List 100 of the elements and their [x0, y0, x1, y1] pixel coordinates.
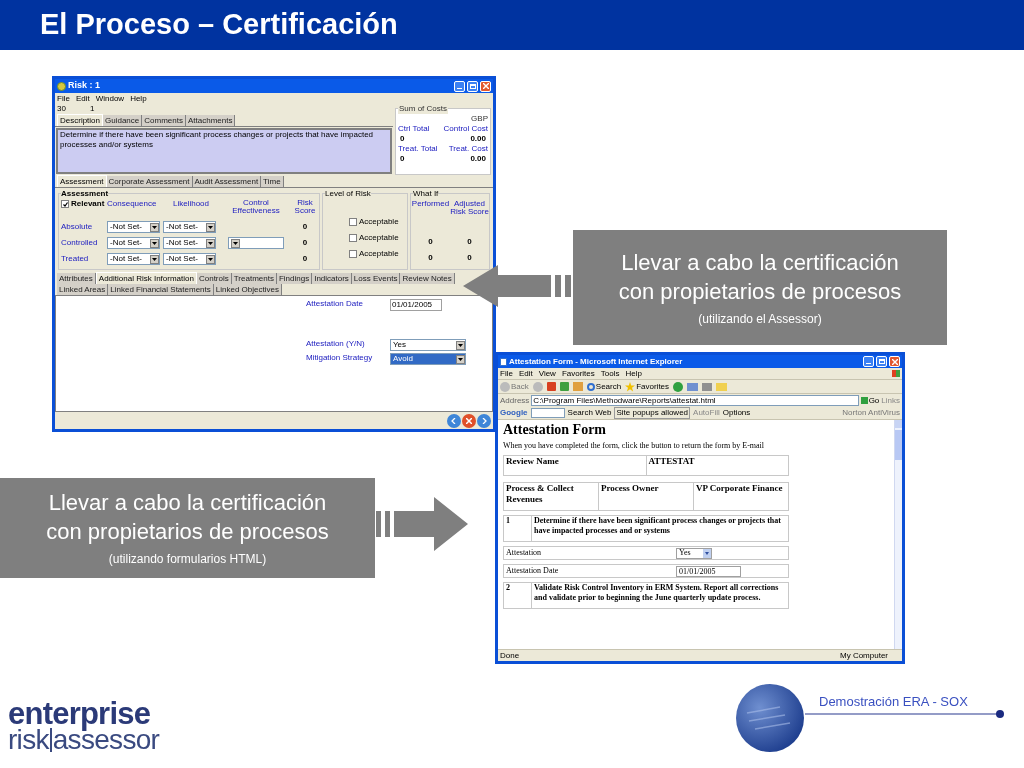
- cost-label: Ctrl Total: [398, 124, 430, 134]
- minimize-icon[interactable]: [863, 356, 874, 367]
- checkbox[interactable]: [349, 218, 357, 226]
- google-search-field[interactable]: [530, 408, 565, 418]
- checkbox-label: Acceptable: [359, 233, 399, 243]
- maximize-icon[interactable]: [876, 356, 887, 367]
- dropdown[interactable]: -Not Set-: [163, 221, 216, 233]
- tab[interactable]: Linked Financial Statements: [108, 284, 214, 295]
- scrollbar[interactable]: [894, 420, 902, 649]
- checkbox[interactable]: [349, 234, 357, 242]
- tab[interactable]: Audit Assessment: [192, 176, 262, 187]
- field-label: Attestation Date: [506, 566, 560, 576]
- window-title: Attestation Form - Microsoft Internet Explorer: [509, 356, 683, 367]
- performed-value: 0: [427, 237, 434, 247]
- table-cell: Process Owner: [598, 482, 694, 511]
- norton-label: Norton AntiVirus: [842, 408, 900, 418]
- description-field[interactable]: Determine if there have been significant process changes or projects that have impacted processes and/or systems: [56, 128, 392, 174]
- cost-label: Treat. Cost: [448, 144, 488, 154]
- group-title: What If: [413, 189, 439, 199]
- tab[interactable]: Additional Risk Information: [95, 272, 197, 284]
- tab[interactable]: Findings: [276, 273, 313, 284]
- menu-item[interactable]: Favorites: [561, 368, 595, 379]
- tab[interactable]: Linked Objectives: [213, 284, 282, 295]
- tab[interactable]: Attachments: [185, 115, 236, 126]
- tab[interactable]: Loss Events: [351, 273, 401, 284]
- tab[interactable]: Corporate Assessment: [106, 176, 193, 187]
- zone-label: My Computer: [840, 650, 889, 661]
- search-web-button[interactable]: Search Web: [567, 408, 612, 418]
- tab[interactable]: Description: [57, 114, 103, 126]
- menu-item[interactable]: Help: [130, 93, 147, 104]
- google-logo: Google: [500, 408, 528, 418]
- menu-item[interactable]: Tools: [600, 368, 620, 379]
- group-title: Level of Risk: [325, 189, 371, 199]
- popup-blocker-button[interactable]: Site popups allowed: [614, 407, 691, 419]
- question-number: 1: [503, 515, 532, 542]
- menu-item[interactable]: Edit: [518, 368, 533, 379]
- back-button[interactable]: Back: [500, 381, 529, 392]
- menu-item[interactable]: Window: [95, 93, 125, 104]
- tab[interactable]: Comments: [142, 115, 186, 126]
- caret-icon: [456, 340, 465, 350]
- cancel-icon[interactable]: [462, 413, 476, 428]
- caret-icon: [150, 254, 159, 264]
- checkbox[interactable]: [349, 250, 357, 258]
- options-button[interactable]: Options: [722, 408, 751, 418]
- menu-item[interactable]: Help: [625, 368, 642, 379]
- column-heading: Performed: [411, 200, 450, 210]
- tab[interactable]: Guidance: [103, 115, 143, 126]
- risk-score: 0: [301, 222, 309, 232]
- callout-text: Llevar a cabo la certificación con propietarios de procesos: [46, 489, 329, 546]
- links-label: Links: [881, 395, 900, 406]
- caret-icon: [456, 354, 465, 364]
- dropdown[interactable]: [228, 237, 284, 249]
- menu-item[interactable]: Edit: [75, 93, 90, 104]
- dropdown[interactable]: -Not Set-: [107, 221, 160, 233]
- column-heading: Risk Score: [293, 199, 317, 215]
- cost-label: Control Cost: [443, 124, 488, 134]
- dropdown[interactable]: -Not Set-: [163, 237, 216, 249]
- status-text: Done: [500, 650, 520, 661]
- date-field[interactable]: 01/01/2005: [676, 565, 741, 577]
- close-icon[interactable]: [480, 80, 491, 92]
- minimize-icon[interactable]: [454, 80, 465, 92]
- dropdown[interactable]: Avoid: [390, 353, 466, 365]
- dropdown[interactable]: Yes: [390, 339, 466, 351]
- question-number: 2: [503, 582, 532, 609]
- slide-title: El Proceso – Certificación: [40, 7, 398, 43]
- checkbox[interactable]: [61, 200, 69, 208]
- favorites-button[interactable]: Favorites: [625, 381, 670, 392]
- search-button[interactable]: Search: [586, 381, 622, 392]
- dropdown[interactable]: -Not Set-: [107, 253, 160, 265]
- table-cell: ATTESTAT: [646, 455, 789, 476]
- tab[interactable]: Indicators: [312, 273, 352, 284]
- dropdown[interactable]: Yes: [676, 547, 712, 559]
- caret-icon: [150, 238, 159, 248]
- cost-value: 0.00: [469, 134, 487, 144]
- caption-text: Demostración ERA - SOX: [819, 694, 968, 709]
- cost-value: 0: [399, 154, 406, 164]
- dropdown[interactable]: -Not Set-: [163, 253, 216, 265]
- menu-item[interactable]: File: [500, 368, 513, 379]
- page-heading: Attestation Form: [503, 423, 608, 437]
- row-label: Absolute: [61, 222, 94, 232]
- field-label: Attestation: [506, 548, 543, 558]
- column-heading: Consequence: [107, 199, 158, 209]
- menu-item[interactable]: View: [538, 368, 556, 379]
- tab[interactable]: Review Notes: [400, 273, 455, 284]
- menu-item[interactable]: File: [57, 93, 70, 104]
- address-field[interactable]: C:\Program Files\Methodware\Reports\attestat.html: [531, 395, 859, 406]
- close-icon[interactable]: [889, 356, 900, 367]
- tab[interactable]: Assessment: [57, 175, 107, 187]
- maximize-icon[interactable]: [467, 80, 478, 92]
- date-field[interactable]: 01/01/2005: [390, 299, 442, 311]
- app-icon: [57, 81, 66, 91]
- go-button[interactable]: Go: [860, 395, 880, 406]
- table-cell: VP Corporate Finance: [693, 482, 789, 511]
- dropdown[interactable]: -Not Set-: [107, 237, 160, 249]
- panel-title: Sum of Costs: [398, 104, 448, 114]
- globe-drawing: [735, 683, 805, 753]
- tab[interactable]: Linked Areas: [57, 284, 109, 295]
- currency-label: GBP: [470, 114, 488, 124]
- tab[interactable]: Time: [261, 176, 284, 187]
- cost-value: 0.00: [469, 154, 487, 164]
